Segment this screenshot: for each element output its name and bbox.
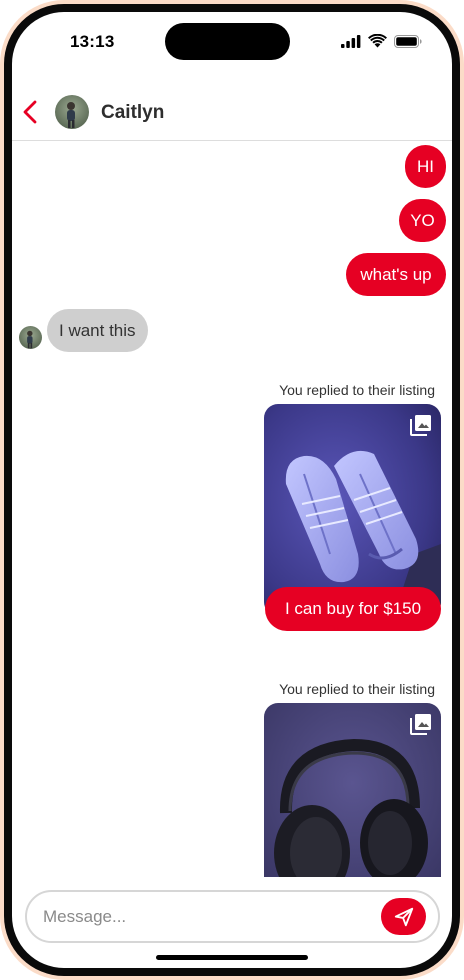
- status-time: 13:13: [70, 32, 115, 51]
- outgoing-message[interactable]: YO: [399, 199, 446, 242]
- outgoing-message[interactable]: what's up: [346, 253, 446, 296]
- listing-reply-label: You replied to their listing: [279, 681, 435, 697]
- send-button[interactable]: [381, 898, 426, 935]
- chevron-left-icon: [23, 100, 37, 124]
- message-input[interactable]: [43, 902, 363, 932]
- message-composer: [25, 890, 440, 943]
- listing-reply-label: You replied to their listing: [279, 382, 435, 398]
- contact-name[interactable]: Caitlyn: [101, 102, 164, 124]
- listing-reply-message[interactable]: I can buy for $150: [265, 587, 441, 631]
- contact-avatar[interactable]: [55, 95, 89, 129]
- battery-icon: [394, 34, 422, 48]
- cellular-signal-icon: [341, 34, 361, 48]
- listing-image-card[interactable]: [264, 404, 441, 616]
- dynamic-island: [165, 23, 290, 60]
- chat-header: Caitlyn: [12, 90, 452, 141]
- status-icons: [341, 34, 422, 48]
- listing-image-card[interactable]: [264, 703, 441, 877]
- incoming-message[interactable]: I want this: [47, 309, 148, 352]
- wifi-icon: [368, 34, 387, 48]
- outgoing-message[interactable]: HI: [405, 145, 446, 188]
- avatar-photo: [55, 95, 89, 129]
- gallery-icon: [410, 415, 431, 436]
- back-button[interactable]: [20, 98, 40, 126]
- message-thread[interactable]: HI YO what's up I want this You replied …: [12, 142, 452, 877]
- home-indicator[interactable]: [156, 955, 308, 960]
- gallery-icon: [410, 714, 431, 735]
- sender-avatar: [19, 326, 42, 349]
- avatar-photo: [19, 326, 42, 349]
- send-icon: [394, 907, 413, 926]
- phone-screen: 13:13 Caitlyn HI YO what's up I want thi…: [12, 12, 452, 968]
